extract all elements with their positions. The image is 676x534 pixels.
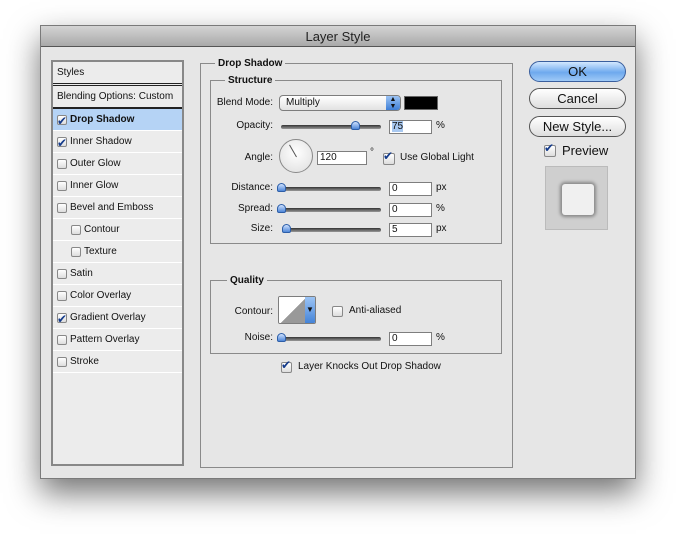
style-checkbox[interactable]: [57, 356, 67, 367]
contour-picker[interactable]: ▼: [278, 296, 316, 324]
distance-slider[interactable]: [281, 187, 381, 191]
contour-label: Contour:: [234, 306, 273, 317]
style-checkbox[interactable]: [71, 224, 81, 235]
anti-aliased-label: Anti-aliased: [349, 305, 402, 316]
style-checkbox[interactable]: [57, 334, 67, 345]
angle-unit: °: [370, 147, 374, 158]
style-item-pattern-overlay[interactable]: Pattern Overlay: [53, 329, 182, 351]
blend-mode-dropdown[interactable]: Multiply ▲ ▼: [279, 95, 401, 111]
style-item-label: Stroke: [70, 356, 99, 367]
distance-label: Distance:: [231, 182, 273, 193]
use-global-light-label: Use Global Light: [400, 152, 474, 163]
style-item-label: Pattern Overlay: [70, 334, 140, 345]
style-item-bevel-and-emboss[interactable]: Bevel and Emboss: [53, 197, 182, 219]
style-item-gradient-overlay[interactable]: Gradient Overlay: [53, 307, 182, 330]
spread-input[interactable]: 0: [389, 203, 432, 217]
angle-hand: [289, 144, 297, 158]
blending-options-item[interactable]: Blending Options: Custom: [53, 86, 182, 109]
quality-title: Quality: [227, 275, 267, 287]
style-item-contour[interactable]: Contour: [53, 219, 182, 241]
style-checkbox[interactable]: [57, 309, 67, 330]
style-item-inner-glow[interactable]: Inner Glow: [53, 175, 182, 197]
spread-slider-thumb[interactable]: [277, 204, 286, 213]
style-checkbox[interactable]: [57, 290, 67, 301]
preview-square: [562, 184, 594, 215]
style-item-label: Inner Shadow: [70, 136, 132, 147]
use-global-light-checkbox[interactable]: [383, 149, 395, 165]
style-checkbox[interactable]: [57, 111, 67, 132]
knockout-label: Layer Knocks Out Drop Shadow: [298, 361, 441, 372]
style-item-color-overlay[interactable]: Color Overlay: [53, 285, 182, 307]
noise-unit: %: [436, 332, 445, 343]
style-checkbox[interactable]: [71, 246, 81, 257]
styles-header[interactable]: Styles: [53, 62, 182, 86]
noise-input[interactable]: 0: [389, 332, 432, 346]
style-item-satin[interactable]: Satin: [53, 263, 182, 285]
structure-group: Structure Blend Mode: Multiply ▲ ▼ Opacit…: [210, 75, 502, 244]
contour-curve-icon: [279, 297, 307, 323]
updown-arrows-icon: ▲ ▼: [386, 96, 400, 110]
style-checkbox[interactable]: [57, 202, 67, 213]
distance-slider-thumb[interactable]: [277, 183, 286, 192]
blend-mode-value: Multiply: [286, 97, 320, 108]
spread-unit: %: [436, 203, 445, 214]
blend-mode-label: Blend Mode:: [216, 97, 273, 108]
shadow-color-swatch[interactable]: [404, 96, 438, 110]
quality-group: Quality Contour: ▼ Anti-aliased Noise: 0…: [210, 275, 502, 354]
opacity-slider[interactable]: [281, 125, 381, 129]
styles-list: Styles Blending Options: Custom Drop Sha…: [51, 60, 184, 466]
style-checkbox[interactable]: [57, 133, 67, 154]
size-input[interactable]: 5: [389, 223, 432, 237]
drop-shadow-group: Drop Shadow Structure Blend Mode: Multip…: [200, 58, 513, 468]
opacity-input[interactable]: 75: [389, 120, 432, 134]
spread-slider[interactable]: [281, 208, 381, 212]
angle-input[interactable]: 120: [317, 151, 367, 165]
drop-shadow-title: Drop Shadow: [215, 58, 286, 70]
anti-aliased-checkbox[interactable]: [332, 306, 343, 317]
distance-unit: px: [436, 182, 447, 193]
preview-checkbox[interactable]: [544, 141, 556, 157]
opacity-label: Opacity:: [236, 120, 273, 131]
style-item-label: Bevel and Emboss: [70, 202, 154, 213]
noise-slider[interactable]: [281, 337, 381, 341]
size-label: Size:: [250, 223, 273, 234]
size-slider-thumb[interactable]: [282, 224, 291, 233]
style-item-label: Gradient Overlay: [70, 312, 146, 323]
opacity-slider-thumb[interactable]: [351, 121, 360, 130]
layer-style-dialog: Layer Style Styles Blending Options: Cus…: [40, 25, 636, 479]
style-checkbox[interactable]: [57, 180, 67, 191]
cancel-button[interactable]: Cancel: [529, 88, 626, 109]
style-item-label: Inner Glow: [70, 180, 119, 191]
dialog-title: Layer Style: [41, 26, 635, 47]
noise-slider-thumb[interactable]: [277, 333, 286, 342]
preview-thumbnail: [545, 166, 608, 230]
style-item-label: Drop Shadow: [70, 114, 135, 125]
angle-label: Angle:: [244, 152, 273, 163]
size-slider[interactable]: [285, 228, 381, 232]
angle-dial[interactable]: [279, 139, 313, 173]
style-item-inner-shadow[interactable]: Inner Shadow: [53, 131, 182, 154]
size-unit: px: [436, 223, 447, 234]
knockout-checkbox[interactable]: [281, 358, 292, 373]
style-item-outer-glow[interactable]: Outer Glow: [53, 153, 182, 175]
preview-label: Preview: [562, 143, 609, 158]
ok-button[interactable]: OK: [529, 61, 626, 82]
style-item-texture[interactable]: Texture: [53, 241, 182, 263]
style-checkbox[interactable]: [57, 268, 67, 279]
style-item-label: Contour: [84, 224, 120, 235]
distance-input[interactable]: 0: [389, 182, 432, 196]
style-checkbox[interactable]: [57, 158, 67, 169]
style-item-label: Outer Glow: [70, 158, 121, 169]
noise-label: Noise:: [244, 332, 273, 343]
style-item-stroke[interactable]: Stroke: [53, 351, 182, 373]
style-item-label: Color Overlay: [70, 290, 132, 301]
new-style-button[interactable]: New Style...: [529, 116, 626, 137]
style-item-label: Texture: [84, 246, 117, 257]
opacity-unit: %: [436, 120, 445, 131]
style-item-label: Satin: [70, 268, 93, 279]
structure-title: Structure: [225, 75, 276, 87]
style-item-drop-shadow[interactable]: Drop Shadow: [53, 109, 182, 132]
spread-label: Spread:: [237, 203, 273, 214]
dropdown-arrow-icon: ▼: [305, 297, 315, 323]
